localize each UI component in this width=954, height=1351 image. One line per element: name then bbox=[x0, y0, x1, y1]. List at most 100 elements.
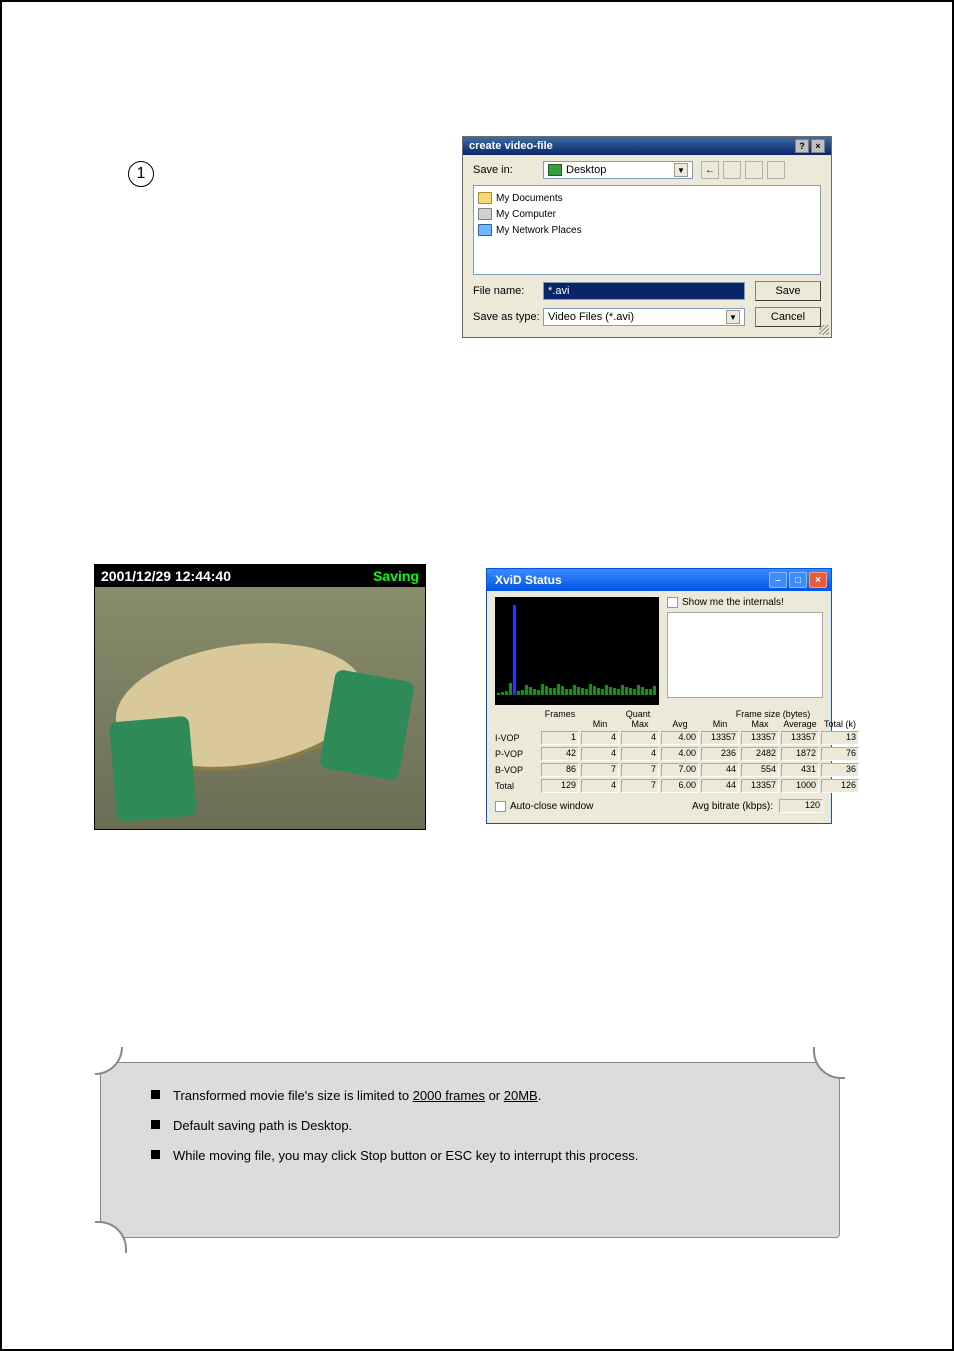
frames-cell: 129 bbox=[541, 779, 579, 793]
smax-cell: 13357 bbox=[741, 779, 779, 793]
minimize-icon[interactable]: – bbox=[769, 572, 787, 588]
savg-cell: 13357 bbox=[781, 731, 819, 745]
list-item-label: My Documents bbox=[496, 193, 563, 204]
qavg-cell: 7.00 bbox=[661, 763, 699, 777]
chart-bar bbox=[509, 683, 512, 695]
video-timestamp: 2001/12/29 12:44:40 bbox=[101, 568, 231, 584]
col-min: Min bbox=[581, 719, 619, 729]
chart-bar bbox=[549, 688, 552, 695]
desktop-icon bbox=[548, 164, 562, 176]
qmax-cell: 4 bbox=[621, 747, 659, 761]
xvid-title: XviD Status bbox=[495, 573, 562, 587]
chart-bar bbox=[505, 691, 508, 695]
video-preview: 2001/12/29 12:44:40 Saving bbox=[94, 564, 426, 830]
note-underline-1: 2000 frames bbox=[413, 1088, 485, 1103]
save-as-type-dropdown[interactable]: Video Files (*.avi) ▼ bbox=[543, 308, 745, 326]
chart-bar bbox=[561, 686, 564, 695]
chart-bar bbox=[521, 690, 524, 695]
qmin-cell: 4 bbox=[581, 731, 619, 745]
xvid-status-dialog: XviD Status – □ × Show me the internals! bbox=[486, 568, 832, 824]
file-list-pane[interactable]: My Documents My Computer My Network Plac… bbox=[473, 185, 821, 275]
cancel-button[interactable]: Cancel bbox=[755, 307, 821, 327]
qmin-cell: 7 bbox=[581, 763, 619, 777]
chart-bar bbox=[621, 685, 624, 695]
chart-bar bbox=[529, 687, 532, 695]
back-icon[interactable]: ← bbox=[701, 161, 719, 179]
smax-cell: 554 bbox=[741, 763, 779, 777]
chart-bar bbox=[585, 689, 588, 695]
save-as-type-value: Video Files (*.avi) bbox=[548, 311, 634, 323]
chair-shape bbox=[109, 716, 197, 823]
chart-bar bbox=[557, 684, 560, 695]
chart-bar bbox=[577, 687, 580, 695]
save-in-label: Save in: bbox=[473, 164, 543, 176]
save-as-type-label: Save as type: bbox=[473, 311, 543, 323]
savg-cell: 1000 bbox=[781, 779, 819, 793]
chevron-down-icon[interactable]: ▼ bbox=[674, 163, 688, 177]
savg-cell: 431 bbox=[781, 763, 819, 777]
cancel-button-label: Cancel bbox=[771, 311, 805, 323]
maximize-icon[interactable]: □ bbox=[789, 572, 807, 588]
resize-grip-icon[interactable] bbox=[819, 325, 829, 335]
chart-bar bbox=[553, 688, 556, 695]
chart-bar bbox=[629, 688, 632, 695]
chart-bar bbox=[633, 689, 636, 695]
scroll-curl-icon bbox=[95, 1221, 127, 1253]
chart-bar bbox=[645, 689, 648, 695]
help-icon[interactable]: ? bbox=[795, 139, 809, 153]
close-icon[interactable]: × bbox=[811, 139, 825, 153]
bullet-icon bbox=[151, 1150, 160, 1159]
chart-bar bbox=[649, 689, 652, 695]
chart-bar bbox=[537, 690, 540, 695]
auto-close-checkbox[interactable]: Auto-close window bbox=[495, 801, 593, 812]
chart-bar bbox=[525, 685, 528, 695]
show-internals-checkbox[interactable]: Show me the internals! bbox=[667, 597, 823, 608]
list-item[interactable]: My Documents bbox=[478, 190, 816, 206]
chart-bar bbox=[565, 689, 568, 695]
up-one-level-icon[interactable] bbox=[723, 161, 741, 179]
save-button[interactable]: Save bbox=[755, 281, 821, 301]
note-text: Transformed movie file's size is limited… bbox=[173, 1088, 413, 1103]
views-icon[interactable] bbox=[767, 161, 785, 179]
save-in-dropdown[interactable]: Desktop ▼ bbox=[543, 161, 693, 179]
smin-cell: 13357 bbox=[701, 731, 739, 745]
list-item[interactable]: My Computer bbox=[478, 206, 816, 222]
totk-cell: 13 bbox=[821, 731, 859, 745]
stats-group-headers: Frames Quant Frame size (bytes) bbox=[495, 709, 823, 719]
bullet-icon bbox=[151, 1090, 160, 1099]
chart-bar bbox=[609, 687, 612, 695]
col-avg: Avg bbox=[661, 719, 699, 729]
chevron-down-icon[interactable]: ▼ bbox=[726, 310, 740, 324]
note-text: . bbox=[538, 1088, 542, 1103]
note-bullet-3: While moving file, you may click Stop bu… bbox=[173, 1147, 799, 1165]
step-number-1: 1 bbox=[128, 161, 154, 187]
close-icon[interactable]: × bbox=[809, 572, 827, 588]
new-folder-icon[interactable] bbox=[745, 161, 763, 179]
smin-cell: 44 bbox=[701, 779, 739, 793]
stats-table: Min Max Avg Min Max Average Total (k) I-… bbox=[495, 719, 823, 793]
folder-icon bbox=[478, 192, 492, 204]
chart-bar bbox=[641, 687, 644, 695]
totk-cell: 126 bbox=[821, 779, 859, 793]
file-name-label: File name: bbox=[473, 285, 543, 297]
quant-header: Quant bbox=[581, 709, 695, 719]
list-item[interactable]: My Network Places bbox=[478, 222, 816, 238]
chart-bar bbox=[613, 688, 616, 695]
xvid-titlebar[interactable]: XviD Status – □ × bbox=[487, 569, 831, 591]
qmin-cell: 4 bbox=[581, 779, 619, 793]
save-dialog-titlebar[interactable]: create video-file ? × bbox=[463, 137, 831, 155]
file-name-input[interactable]: *.avi bbox=[543, 282, 745, 300]
totk-cell: 36 bbox=[821, 763, 859, 777]
bullet-icon bbox=[151, 1120, 160, 1129]
chart-bar bbox=[517, 691, 520, 695]
save-dialog: create video-file ? × Save in: Desktop ▼… bbox=[462, 136, 832, 338]
smin-cell: 236 bbox=[701, 747, 739, 761]
chart-bar bbox=[653, 686, 656, 695]
chart-bar bbox=[541, 684, 544, 695]
smin-cell: 44 bbox=[701, 763, 739, 777]
totk-cell: 76 bbox=[821, 747, 859, 761]
note-text: or bbox=[485, 1088, 504, 1103]
chart-bar bbox=[601, 689, 604, 695]
chart-bar bbox=[617, 689, 620, 695]
frames-cell: 86 bbox=[541, 763, 579, 777]
